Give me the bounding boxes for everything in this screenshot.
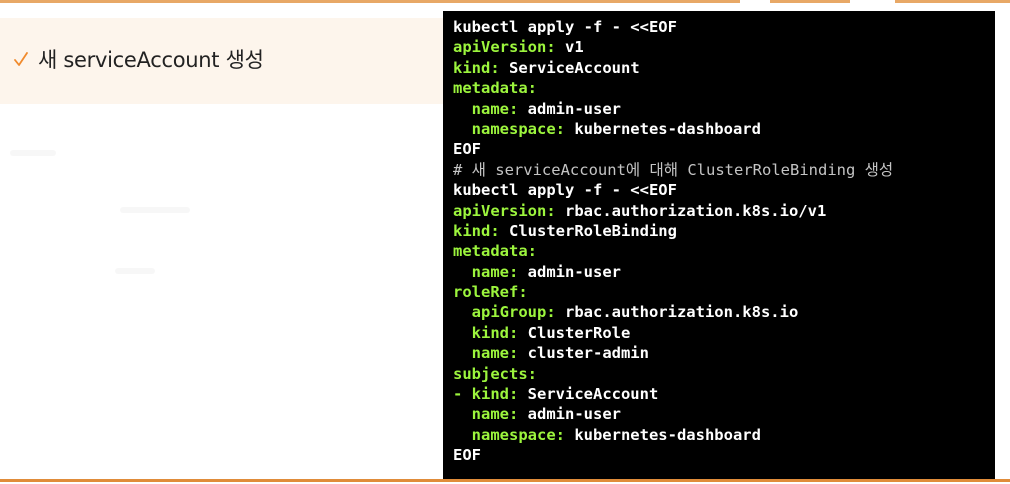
command-text: kubectl apply -f - <<EOF xyxy=(453,18,677,36)
code-line: namespace: kubernetes-dashboard xyxy=(453,119,995,139)
code-line: kubectl apply -f - <<EOF xyxy=(453,17,995,37)
slide-heading: 새 serviceAccount 생성 xyxy=(14,44,264,74)
code-line: kind: ClusterRoleBinding xyxy=(453,221,995,241)
yaml-key: metadata: xyxy=(453,79,537,98)
code-line: name: admin-user xyxy=(453,262,995,282)
command-text: kubectl apply -f - <<EOF xyxy=(453,181,677,200)
yaml-key: apiVersion: xyxy=(453,201,556,220)
code-line: namespace: kubernetes-dashboard xyxy=(453,425,995,445)
comment-text: # 새 serviceAccount에 대해 ClusterRoleBindin… xyxy=(453,160,894,179)
yaml-value: admin-user xyxy=(518,99,621,118)
yaml-key: subjects: xyxy=(453,364,537,383)
yaml-key: name: xyxy=(453,262,519,281)
code-line: kind: ClusterRole xyxy=(453,323,995,343)
code-line: metadata: xyxy=(453,78,995,98)
yaml-value: rbac.authorization.k8s.io xyxy=(555,303,799,322)
code-line: kubectl apply -f - <<EOF xyxy=(453,180,995,200)
yaml-key: name: xyxy=(453,344,519,363)
yaml-value: kubernetes-dashboard xyxy=(564,425,761,444)
code-line: apiGroup: rbac.authorization.k8s.io xyxy=(453,302,995,322)
code-line: apiVersion: v1 xyxy=(453,37,995,57)
heading-text: 새 serviceAccount 생성 xyxy=(38,48,264,72)
code-line: subjects: xyxy=(453,364,995,384)
yaml-key: kind: xyxy=(453,323,519,342)
yaml-value: cluster-admin xyxy=(518,344,649,363)
yaml-value: admin-user xyxy=(518,262,621,281)
yaml-key: namespace: xyxy=(453,425,565,444)
bottom-accent-rule xyxy=(0,479,1010,482)
yaml-value: kubernetes-dashboard xyxy=(564,119,761,138)
check-mark-icon xyxy=(14,50,28,68)
faint-text-ghost xyxy=(115,268,155,274)
yaml-value: ServiceAccount xyxy=(518,385,659,404)
command-text: EOF xyxy=(453,446,481,465)
code-line: EOF xyxy=(453,445,995,465)
code-line: apiVersion: rbac.authorization.k8s.io/v1 xyxy=(453,201,995,221)
yaml-key: namespace: xyxy=(453,119,565,138)
top-rule-gap xyxy=(740,0,770,3)
code-line: EOF xyxy=(453,139,995,159)
code-line: name: admin-user xyxy=(453,99,995,119)
yaml-value: ClusterRole xyxy=(518,323,631,342)
code-line: - kind: ServiceAccount xyxy=(453,384,995,404)
code-line: roleRef: xyxy=(453,282,995,302)
code-line: name: cluster-admin xyxy=(453,343,995,363)
yaml-value: ClusterRoleBinding xyxy=(499,221,677,240)
yaml-key: apiGroup: xyxy=(453,303,556,322)
yaml-key: metadata: xyxy=(453,242,537,261)
yaml-key: name: xyxy=(453,99,519,118)
yaml-key: name: xyxy=(453,405,519,424)
faint-text-ghost xyxy=(10,150,56,156)
top-rule-gap xyxy=(850,0,895,3)
yaml-key: - kind: xyxy=(453,385,519,404)
faint-text-ghost xyxy=(120,207,190,213)
terminal-code-block: kubectl apply -f - <<EOF apiVersion: v1 ki… xyxy=(443,11,995,479)
code-line: # 새 serviceAccount에 대해 ClusterRoleBindin… xyxy=(453,160,995,180)
yaml-value: ServiceAccount xyxy=(499,58,640,77)
code-line: name: admin-user xyxy=(453,404,995,424)
yaml-key: roleRef: xyxy=(453,283,528,302)
yaml-value: rbac.authorization.k8s.io/v1 xyxy=(555,201,827,220)
command-text: EOF xyxy=(453,140,481,159)
yaml-value: v1 xyxy=(555,38,584,57)
code-line: metadata: xyxy=(453,241,995,261)
code-line: kind: ServiceAccount xyxy=(453,58,995,78)
yaml-key: kind: xyxy=(453,221,500,240)
yaml-value: admin-user xyxy=(518,405,621,424)
yaml-key: apiVersion: xyxy=(453,38,556,57)
yaml-key: kind: xyxy=(453,58,500,77)
